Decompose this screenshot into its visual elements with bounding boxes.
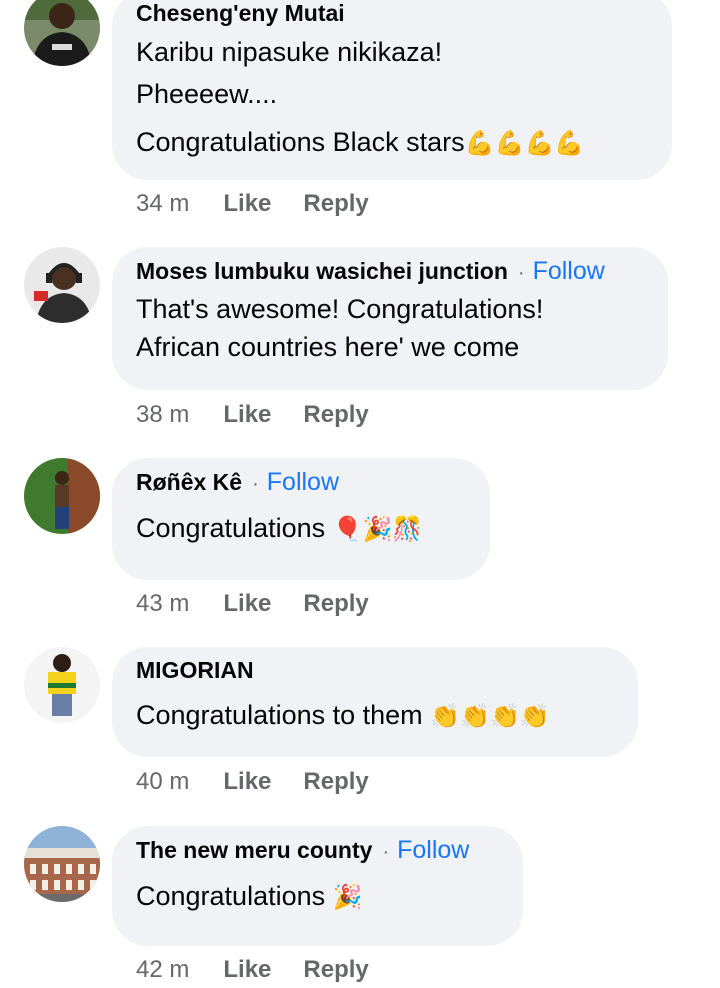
comment-actions: 40 m Like Reply — [136, 768, 369, 796]
reply-button[interactable]: Reply — [303, 768, 368, 796]
flexed-biceps-emoji-icon: 💪 — [464, 129, 495, 157]
separator-dot: · — [252, 473, 259, 495]
party-popper-emoji-icon: 🎉 — [362, 515, 393, 543]
avatar-person-yellow-shirt-icon — [24, 647, 100, 723]
clapping-hands-emoji-icon: 👏 — [519, 702, 550, 730]
avatar-building-icon — [24, 826, 100, 902]
like-button[interactable]: Like — [223, 190, 271, 218]
comment-bubble: Cheseng'eny Mutai Karibu nipasuke nikika… — [112, 0, 672, 180]
comment-actions: 43 m Like Reply — [136, 590, 369, 618]
avatar[interactable] — [24, 458, 100, 534]
like-button[interactable]: Like — [223, 956, 271, 984]
separator-dot: · — [517, 262, 525, 284]
reply-button[interactable]: Reply — [303, 190, 368, 218]
like-button[interactable]: Like — [223, 768, 271, 796]
timestamp[interactable]: 38 m — [136, 401, 189, 429]
follow-button[interactable]: Follow — [267, 468, 339, 497]
follow-button[interactable]: Follow — [397, 836, 469, 865]
comment-bubble: Moses lumbuku wasichei junction · Follow… — [112, 247, 668, 390]
timestamp[interactable]: 40 m — [136, 768, 189, 796]
timestamp[interactable]: 43 m — [136, 590, 189, 618]
comment-text-line: Congratulations Black stars — [136, 127, 465, 157]
comment-actions: 38 m Like Reply — [136, 401, 369, 429]
author-name[interactable]: Cheseng'eny Mutai — [136, 0, 345, 27]
comment-text-line: Congratulations to them — [136, 700, 423, 730]
like-button[interactable]: Like — [223, 590, 271, 618]
follow-button[interactable]: Follow — [533, 257, 605, 286]
comment-text-line: African countries here' we come — [136, 332, 520, 362]
clapping-hands-emoji-icon: 👏 — [460, 702, 490, 730]
flexed-biceps-emoji-icon: 💪 — [524, 129, 555, 157]
reply-button[interactable]: Reply — [303, 590, 368, 618]
author-name[interactable]: Moses lumbuku wasichei junction — [136, 258, 508, 285]
author-name[interactable]: The new meru county — [136, 837, 372, 864]
comment-bubble: Røñêx Kê · Follow Congratulations 🎈🎉🎊 — [112, 458, 490, 580]
avatar[interactable] — [24, 0, 100, 66]
author-name[interactable]: Røñêx Kê — [136, 469, 242, 496]
party-popper-emoji-icon: 🎉 — [332, 883, 363, 911]
comment-bubble: MIGORIAN Congratulations to them 👏👏👏👏 — [112, 647, 638, 757]
reply-button[interactable]: Reply — [303, 956, 368, 984]
comment-text-line: Congratulations — [136, 881, 326, 911]
confetti-ball-emoji-icon: 🎊 — [392, 515, 423, 543]
avatar-person-headset-icon — [24, 247, 100, 323]
clapping-hands-emoji-icon: 👏 — [430, 702, 461, 730]
avatar[interactable] — [24, 826, 100, 902]
comment-text-line: Pheeeew.... — [136, 79, 278, 109]
comment-text-line: That's awesome! Congratulations! — [136, 294, 544, 324]
comment-actions: 42 m Like Reply — [136, 956, 369, 984]
comment-actions: 34 m Like Reply — [136, 190, 369, 218]
timestamp[interactable]: 42 m — [136, 956, 189, 984]
clapping-hands-emoji-icon: 👏 — [489, 702, 520, 730]
like-button[interactable]: Like — [223, 401, 271, 429]
avatar-person-dark-shirt-icon — [24, 0, 100, 66]
flexed-biceps-emoji-icon: 💪 — [494, 129, 525, 157]
avatar-person-outdoors-icon — [24, 458, 100, 534]
separator-dot: · — [382, 841, 390, 863]
comment-bubble: The new meru county · Follow Congratulat… — [112, 826, 523, 946]
comment-text-line: Congratulations — [136, 513, 326, 543]
comment-text-line: Karibu nipasuke nikikaza! — [136, 37, 443, 67]
balloon-emoji-icon: 🎈 — [332, 515, 363, 543]
avatar[interactable] — [24, 247, 100, 323]
author-name[interactable]: MIGORIAN — [136, 657, 254, 684]
reply-button[interactable]: Reply — [303, 401, 368, 429]
timestamp[interactable]: 34 m — [136, 190, 189, 218]
flexed-biceps-emoji-icon: 💪 — [554, 129, 585, 157]
avatar[interactable] — [24, 647, 100, 723]
